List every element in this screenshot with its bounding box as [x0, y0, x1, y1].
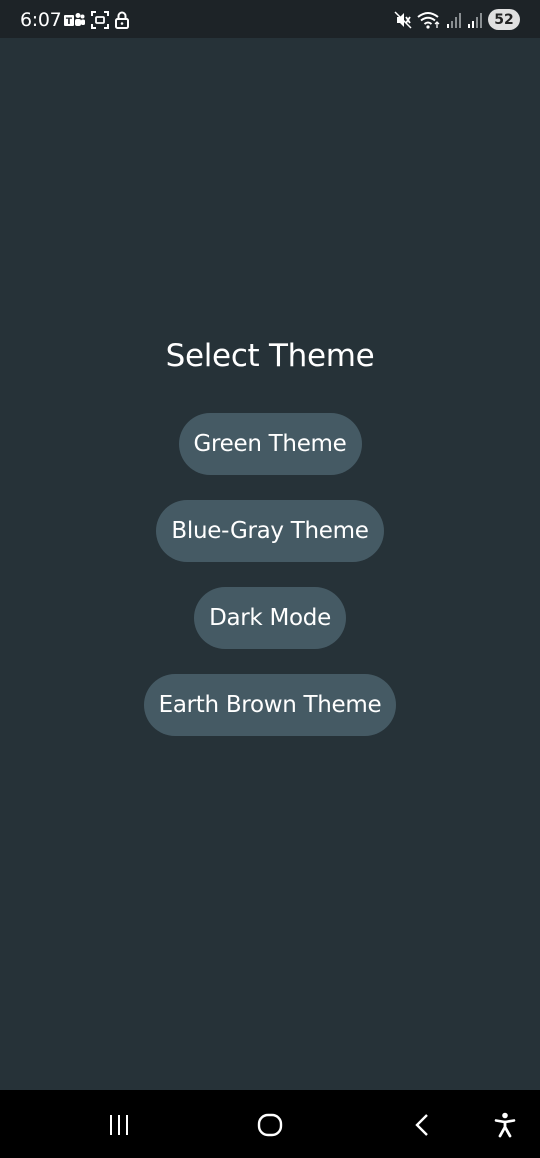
- signal-icon: [468, 12, 482, 28]
- status-right-icons: 52: [394, 9, 520, 30]
- battery-indicator: 52: [488, 9, 520, 30]
- teams-icon: T: [64, 13, 85, 27]
- navigation-bar: [0, 1090, 540, 1158]
- page-title: Select Theme: [165, 338, 375, 374]
- accessibility-button[interactable]: [490, 1112, 520, 1138]
- theme-list: Green Theme Blue-Gray Theme Dark Mode Ea…: [0, 413, 540, 761]
- blue-gray-theme-button[interactable]: Blue-Gray Theme: [156, 500, 384, 562]
- recent-apps-icon: [110, 1115, 128, 1135]
- status-time: 6:07: [20, 9, 62, 31]
- earth-brown-theme-button[interactable]: Earth Brown Theme: [143, 674, 397, 736]
- status-bar: 6:07 T 52: [0, 0, 540, 38]
- signal-icon: [447, 12, 461, 28]
- green-theme-button[interactable]: Green Theme: [178, 413, 362, 475]
- lock-icon: [115, 11, 129, 29]
- wifi-icon: [417, 11, 440, 29]
- mute-icon: [394, 10, 412, 29]
- svg-text:T: T: [66, 17, 73, 27]
- dark-mode-button[interactable]: Dark Mode: [194, 587, 346, 649]
- home-icon: [257, 1113, 283, 1137]
- home-button[interactable]: [255, 1112, 285, 1138]
- back-button[interactable]: [407, 1112, 437, 1138]
- screenshot-icon: [91, 11, 109, 29]
- accessibility-icon: [494, 1112, 516, 1138]
- theme-selection-screen: Select Theme Green Theme Blue-Gray Theme…: [0, 38, 540, 1090]
- recent-apps-button[interactable]: [104, 1112, 134, 1138]
- status-left-icons: T: [63, 11, 129, 29]
- back-icon: [415, 1114, 428, 1136]
